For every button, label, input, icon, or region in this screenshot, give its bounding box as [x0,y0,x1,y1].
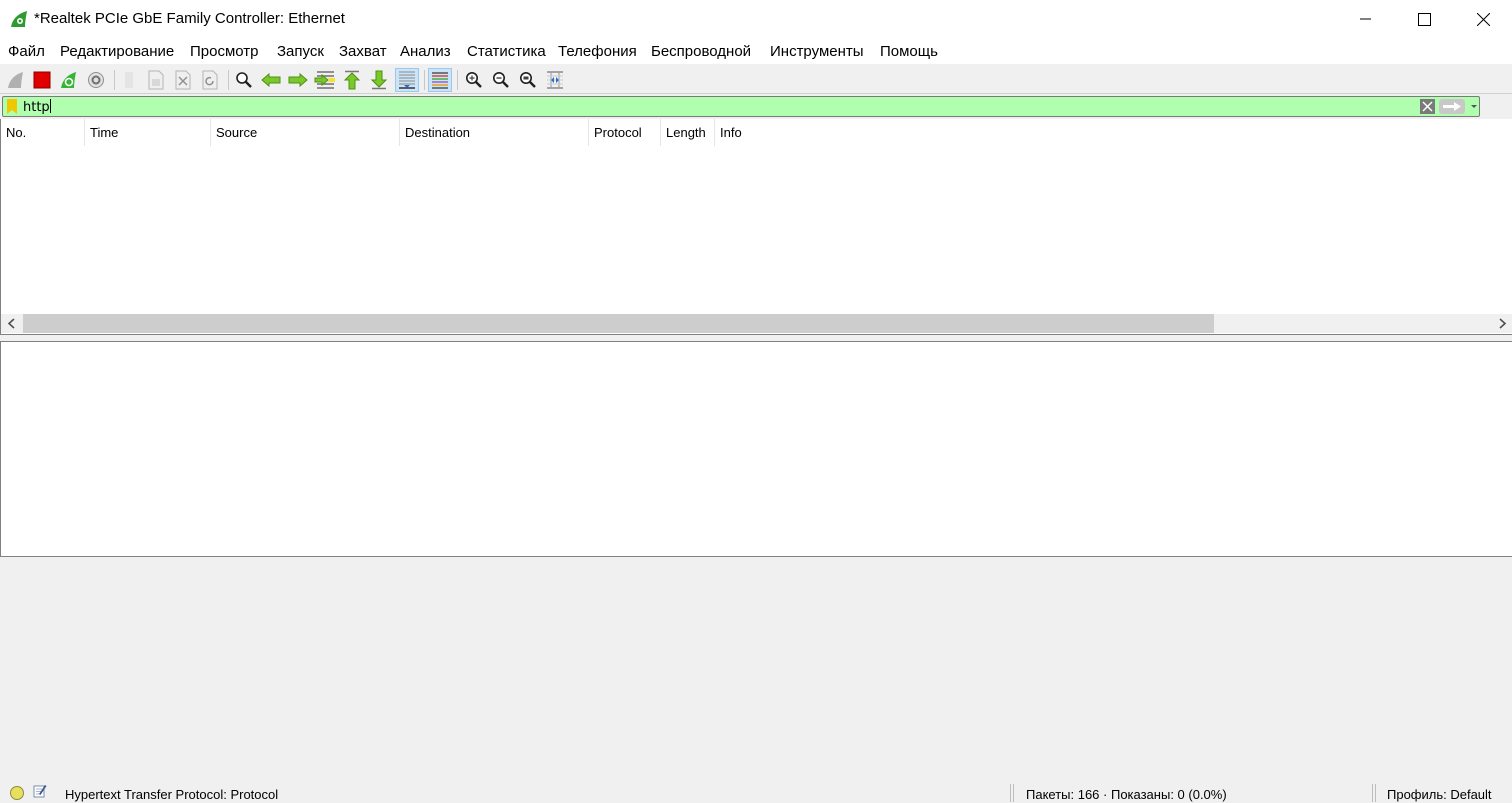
open-file-icon [125,72,133,88]
open-file-button[interactable] [117,68,141,92]
go-back-icon [261,72,281,88]
stop-capture-icon [33,71,51,89]
menu-statistics[interactable]: Статистика [467,43,546,60]
resize-columns-button[interactable] [543,68,567,92]
scroll-left-icon[interactable] [4,316,20,331]
save-file-icon [148,70,164,90]
zoom-normal-icon [520,72,536,88]
go-to-packet-button[interactable] [313,68,337,92]
restart-capture-button[interactable] [57,68,81,92]
display-filter-input[interactable]: http [2,96,1480,117]
zoom-in-icon [466,72,482,88]
display-filter-bar: http + [0,94,1512,206]
text-cursor [49,99,51,113]
scroll-right-icon[interactable] [1494,316,1510,331]
main-toolbar [0,65,1512,94]
apply-filter-button[interactable] [1439,99,1465,114]
colorize-toggle[interactable] [428,68,452,92]
status-bar: Hypertext Transfer Protocol: Protocol Па… [0,781,1512,803]
zoom-in-button[interactable] [462,68,486,92]
find-packet-icon [236,72,252,88]
menu-capture[interactable]: Захват [339,43,387,60]
packet-details-pane[interactable] [0,341,1512,557]
resize-columns-icon [547,71,563,89]
menu-go[interactable]: Запуск [277,43,324,60]
reload-file-icon [202,70,218,90]
filter-history-dropdown[interactable] [1469,99,1479,114]
title-bar: *Realtek PCIe GbE Family Controller: Eth… [0,0,1512,38]
maximize-icon [1417,12,1431,26]
minimize-button[interactable] [1337,0,1395,38]
status-separator[interactable] [1010,784,1014,802]
clear-filter-button[interactable] [1420,99,1435,114]
packet-count-text: Пакеты: 166 · Показаны: 0 (0.0%) [1026,787,1227,802]
autoscroll-icon [399,71,415,89]
toolbar-separator [114,70,115,90]
column-header-source[interactable]: Source [211,119,400,146]
packet-list[interactable]: No. Time Source Destination Protocol Len… [0,119,1512,335]
column-header-info[interactable]: Info [715,119,1512,146]
menu-tools[interactable]: Инструменты [770,43,864,60]
autoscroll-toggle[interactable] [395,68,419,92]
go-back-button[interactable] [259,68,283,92]
display-filter-value[interactable]: http [23,99,51,115]
menu-analyze[interactable]: Анализ [400,43,451,60]
packet-list-header: No. Time Source Destination Protocol Len… [1,119,1512,146]
zoom-normal-button[interactable] [516,68,540,92]
column-header-length[interactable]: Length [661,119,715,146]
wireshark-fin-icon [11,11,27,27]
find-packet-button[interactable] [232,68,256,92]
go-first-packet-button[interactable] [340,68,364,92]
close-icon [1476,12,1490,26]
maximize-button[interactable] [1395,0,1453,38]
save-file-button[interactable] [144,68,168,92]
menu-edit[interactable]: Редактирование [60,43,174,60]
profile-text[interactable]: Профиль: Default [1387,787,1492,802]
restart-capture-icon [61,72,76,88]
bookmark-icon[interactable] [7,99,17,114]
menu-wireless[interactable]: Беспроводной [651,43,751,60]
start-capture-icon [8,72,23,88]
toolbar-separator [228,70,229,90]
minimize-icon [1360,18,1371,20]
close-file-button[interactable] [171,68,195,92]
apply-filter-arrow-icon [1443,102,1461,111]
zoom-out-button[interactable] [489,68,513,92]
scrollbar-thumb[interactable] [23,314,1214,333]
capture-options-icon [88,72,104,88]
go-forward-button[interactable] [286,68,310,92]
menu-file[interactable]: Файл [8,43,45,60]
column-header-protocol[interactable]: Protocol [589,119,661,146]
start-capture-button[interactable] [4,68,28,92]
expert-info-led-icon[interactable] [10,786,24,800]
menu-bar: Файл Редактирование Просмотр Запуск Захв… [0,38,1512,65]
column-header-time[interactable]: Time [85,119,211,146]
stop-capture-button[interactable] [30,68,54,92]
close-file-icon [175,70,191,90]
reload-file-button[interactable] [198,68,222,92]
zoom-out-icon [493,72,509,88]
column-header-no[interactable]: No. [1,119,85,146]
go-forward-icon [288,72,308,88]
chevron-down-icon [1471,105,1477,108]
menu-telephony[interactable]: Телефония [558,43,637,60]
go-last-packet-icon [370,70,388,90]
packet-list-horizontal-scrollbar[interactable] [1,314,1512,333]
toolbar-separator [424,70,425,90]
go-to-packet-icon [314,71,335,89]
menu-help[interactable]: Помощь [880,43,938,60]
go-last-packet-button[interactable] [367,68,391,92]
toolbar-separator [457,70,458,90]
close-button[interactable] [1454,0,1512,38]
window-title: *Realtek PCIe GbE Family Controller: Eth… [34,10,345,27]
go-first-packet-icon [343,70,361,90]
capture-comment-icon[interactable] [33,784,47,798]
colorize-icon [432,72,448,89]
column-header-destination[interactable]: Destination [400,119,589,146]
menu-view[interactable]: Просмотр [190,43,259,60]
clear-filter-icon [1422,101,1433,112]
status-separator[interactable] [1372,784,1376,802]
capture-options-button[interactable] [84,68,108,92]
field-info-text: Hypertext Transfer Protocol: Protocol [65,787,279,802]
